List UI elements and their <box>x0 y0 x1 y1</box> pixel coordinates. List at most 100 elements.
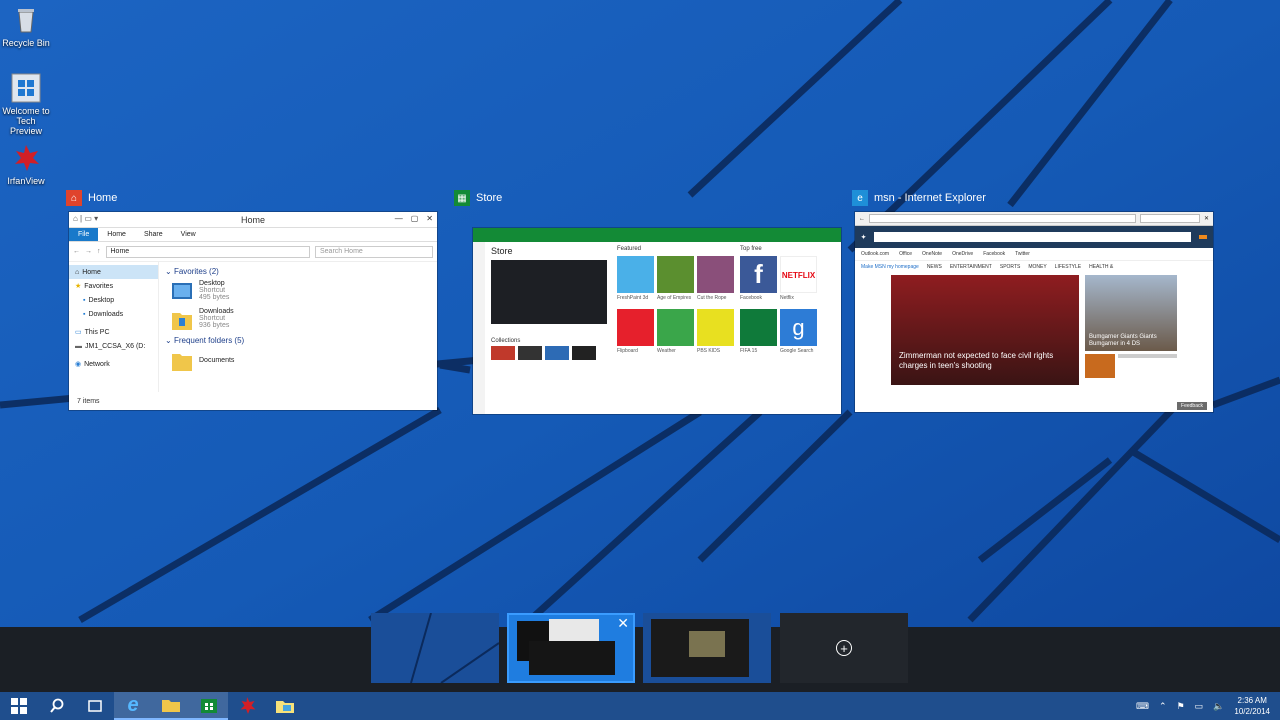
virtual-desktops-bar <box>0 627 1280 692</box>
file-item: Desktop Shortcut 495 bytes <box>171 280 431 304</box>
store-heading: Store <box>491 246 513 256</box>
status-text: 7 items <box>77 398 100 405</box>
app-name: FreshPaint 3d <box>617 295 649 301</box>
documents-folder-icon <box>171 349 193 373</box>
add-icon: + <box>836 640 852 656</box>
flipboard-icon <box>617 309 654 346</box>
irfanview-icon <box>10 142 42 174</box>
window-thumbnail-ie[interactable]: ← ✕ ✦ Outlook.com Office OneNote OneDrive Fa… <box>855 212 1213 412</box>
desktop-preview-window <box>689 631 725 657</box>
address-text: Home <box>110 248 130 255</box>
nav-item-network: ◉ Network <box>75 360 110 369</box>
file-size: 495 bytes <box>199 294 230 301</box>
file-type: Shortcut <box>199 287 226 294</box>
store-icon <box>201 699 217 713</box>
keyboard-icon[interactable]: ⌨ <box>1136 701 1149 712</box>
msn-hero-headline: Zimmerman not expected to face civil rig… <box>899 351 1054 370</box>
file-item: Documents <box>171 349 431 373</box>
taskbar-internet-explorer[interactable]: e <box>114 692 152 720</box>
store-topbar <box>473 228 841 242</box>
msn-header: ✦ <box>855 226 1213 248</box>
close-icon: ✕ <box>426 214 433 223</box>
window-thumbnail-explorer[interactable]: ⌂ | ▭ ▾ Home — ▢ ✕ File Home Share View ← … <box>69 212 437 410</box>
window-controls: — ▢ ✕ <box>395 214 433 223</box>
window-thumbnail-store[interactable]: Store Collections Featured FreshPaint 3d… <box>473 228 841 414</box>
nav-item-favorites: ★ Favorites <box>75 282 114 291</box>
app-name: Flipboard <box>617 348 638 354</box>
virtual-desktop-3[interactable] <box>643 613 771 683</box>
volume-icon[interactable]: 🔈 <box>1213 701 1224 712</box>
desktop-icon-welcome[interactable]: Welcome to Tech Preview <box>2 72 50 136</box>
collection-tile <box>545 346 569 360</box>
msn-side-image: Bumgarner Giants Giants Bumgarner in 4 D… <box>1085 275 1177 351</box>
app-name: Weather <box>657 348 676 354</box>
desktop-icon-irfanview[interactable]: IrfanView <box>2 142 50 186</box>
virtual-desktop-2[interactable]: ✕ <box>507 613 635 683</box>
store-collections: Collections <box>491 338 521 344</box>
search-button[interactable] <box>38 692 76 720</box>
msn-search-button <box>1199 235 1207 239</box>
msn-logo-icon: ✦ <box>861 234 867 241</box>
irfanview-icon <box>240 697 256 714</box>
start-button[interactable] <box>0 692 38 720</box>
clock-time: 2:36 AM <box>1237 696 1267 705</box>
store-top-free-header: Top free <box>740 246 762 252</box>
window-caption-explorer[interactable]: ⌂ Home <box>66 190 117 206</box>
taskbar-store[interactable] <box>190 692 228 720</box>
explorer-titlebar: ⌂ | ▭ ▾ Home — ▢ ✕ <box>69 212 437 228</box>
desktop-icon-label: Recycle Bin <box>2 38 50 48</box>
app-name: FIFA 15 <box>740 348 758 354</box>
window-caption-title: Home <box>88 192 118 204</box>
back-arrow-icon: ← <box>73 248 80 255</box>
facebook-icon: f <box>740 256 777 293</box>
close-desktop-icon[interactable]: ✕ <box>617 615 629 632</box>
group-header-favorites: ⌄ Favorites (2) <box>165 267 219 276</box>
nav-item-drive: ▬ JM1_CCSA_X6 (D: <box>75 342 146 350</box>
app-name: Cut the Rope <box>697 295 727 301</box>
minimize-icon: — <box>394 214 403 223</box>
app-tile <box>697 256 734 293</box>
task-view-button[interactable] <box>76 692 114 720</box>
virtual-desktop-1[interactable] <box>371 613 499 683</box>
internet-explorer-icon: e <box>127 693 139 716</box>
show-hidden-icons-icon[interactable]: ⌃ <box>1159 701 1167 712</box>
file-item: Downloads Shortcut 936 bytes <box>171 308 431 332</box>
file-name: Desktop <box>199 280 225 287</box>
recycle-bin-icon <box>10 4 42 36</box>
ie-address-bar: ← ✕ <box>855 212 1213 226</box>
action-center-icon[interactable]: ⚑ <box>1177 701 1185 712</box>
taskbar-file-explorer[interactable] <box>152 692 190 720</box>
collection-tile <box>572 346 596 360</box>
weather-app-icon <box>657 309 694 346</box>
ie-url-field <box>869 214 1136 223</box>
app-tile <box>657 256 694 293</box>
store-hero-image <box>491 260 607 324</box>
internet-explorer-icon: e <box>852 190 868 206</box>
msn-feedback: Feedback <box>1177 402 1207 410</box>
desktop-icon-recycle-bin[interactable]: Recycle Bin <box>2 4 50 48</box>
app-name: Facebook <box>740 295 762 301</box>
taskbar-irfanview[interactable] <box>228 692 266 720</box>
window-caption-store[interactable]: ▦ Store <box>454 190 502 206</box>
taskbar: e ⌨ ⌃ ⚑ ▭ 🔈 2:36 AM 10/2/2014 <box>0 692 1280 720</box>
add-desktop-button[interactable]: + <box>780 613 908 683</box>
home-folder-icon: ⌂ <box>66 190 82 206</box>
taskbar-welcome[interactable] <box>266 692 304 720</box>
fifa-icon <box>740 309 777 346</box>
app-tile <box>617 256 654 293</box>
navigation-pane: ⌂ Home ★ Favorites ▪ Desktop ▪ Downloads… <box>69 262 159 392</box>
msn-side-story: Bumgarner Giants Giants Bumgarner in 4 D… <box>1089 334 1157 347</box>
collection-tile <box>491 346 515 360</box>
msn-search-box <box>874 232 1191 242</box>
file-explorer-icon <box>162 700 180 712</box>
pbs-kids-icon <box>697 309 734 346</box>
nav-item-home: ⌂ Home <box>69 265 158 279</box>
nav-item-downloads: ▪ Downloads <box>83 310 124 318</box>
task-view-icon <box>88 700 102 712</box>
ribbon-tab-view: View <box>180 231 196 238</box>
maximize-icon: ▢ <box>410 214 419 223</box>
forward-arrow-icon: → <box>85 248 92 255</box>
network-icon[interactable]: ▭ <box>1195 701 1204 712</box>
window-caption-ie[interactable]: e msn - Internet Explorer <box>852 190 986 206</box>
clock[interactable]: 2:36 AM 10/2/2014 <box>1234 695 1270 717</box>
